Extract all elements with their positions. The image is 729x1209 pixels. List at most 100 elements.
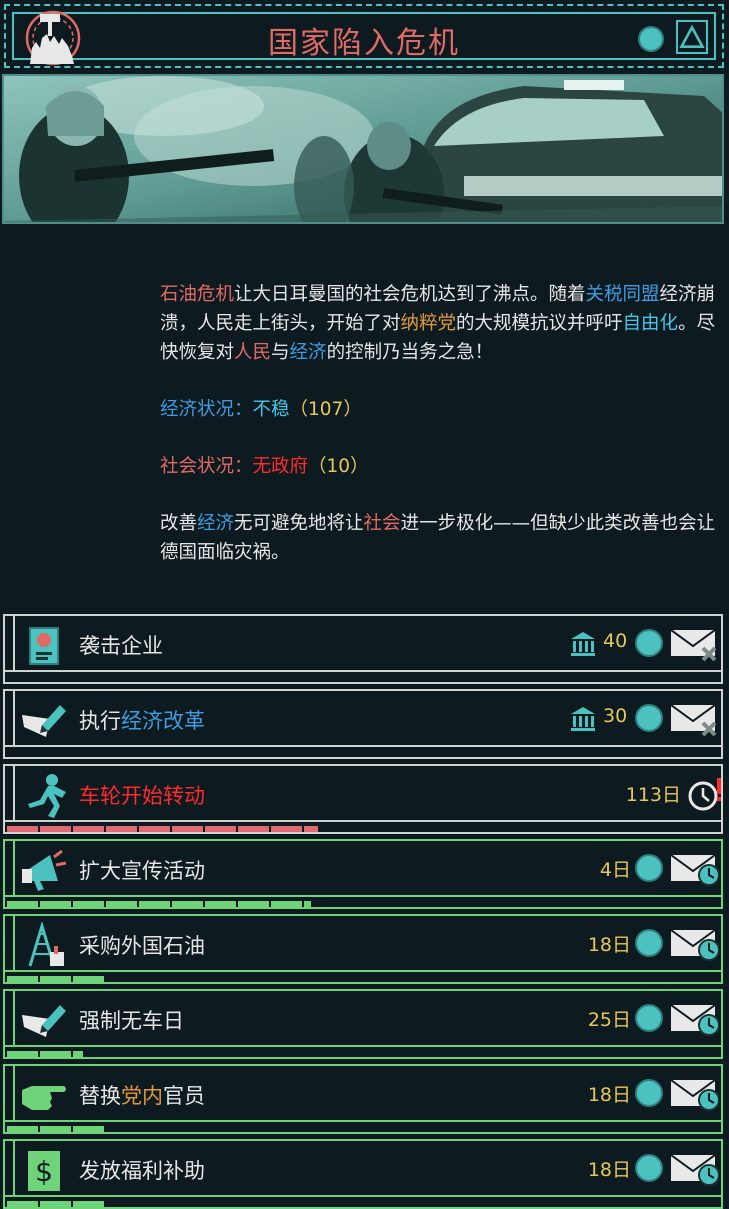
progress-segment [205,826,236,832]
decision-row[interactable]: 车轮开始转动 113日 [3,764,723,834]
decision-row[interactable]: 扩大宣传活动 4日 [3,839,723,909]
economy-status-value: 不稳 [252,399,290,420]
pen-paper-icon [22,1005,66,1037]
progress-segment [7,1201,38,1207]
text-segment: 的大规模抗议并呼吁 [456,313,623,334]
decision-label: 强制无车日 [79,1009,184,1033]
decision-row[interactable]: 替换党内官员 18日 [3,1064,723,1134]
text-segment: 的控制乃当务之急！ [326,342,494,363]
status-circle-icon [635,629,663,657]
status-circle-icon [635,704,663,732]
text-segment: 无可避免地将让 [234,513,364,534]
progress-bar [5,1049,721,1059]
status-circle-icon [635,1004,663,1032]
progress-segment [40,826,71,832]
decision-row-main[interactable]: 车轮开始转动 113日 [5,766,721,822]
economy-status-number: （107） [289,399,362,420]
info-circle-icon[interactable] [638,26,664,52]
text-segment: 关税同盟 [585,284,660,305]
text-segment: 经济 [197,513,235,534]
progress-segment [106,901,137,907]
envelope-locked-icon[interactable] [669,626,719,662]
political-power-cost: 40 [603,630,628,652]
progress-segment [139,826,170,832]
description-paragraph-1: 石油危机让大日耳曼国的社会危机达到了沸点。随着关税同盟经济崩溃，人民走上街头，开… [160,280,720,367]
decision-row-main[interactable]: 强制无车日 25日 [5,991,721,1047]
envelope-clock-icon[interactable] [669,1076,719,1112]
envelope-locked-icon[interactable] [669,701,719,737]
text-segment: 让大日耳曼国的社会危机达到了沸点。随着 [234,284,586,305]
progress-segment [304,901,311,907]
decision-row[interactable]: $ 发放福利补助 18日 [3,1139,723,1209]
collapse-triangle-icon[interactable] [676,20,708,54]
event-header: 国家陷入危机 [4,4,724,68]
decision-row[interactable]: 袭击企业 40 [3,614,723,684]
row-edge-marker [13,841,15,895]
envelope-clock-icon[interactable] [669,851,719,887]
status-circle-icon [635,1154,663,1182]
economy-status-label: 经济状况： [160,399,253,420]
progress-segment [40,901,71,907]
soldiers-police-car-illustration [4,76,722,222]
decision-row[interactable]: 采购外国石油 18日 [3,914,723,984]
text-segment: 经济改革 [121,709,205,733]
decision-label: 发放福利补助 [79,1159,205,1183]
progress-bar [5,749,721,759]
envelope-clock-icon[interactable] [669,1151,719,1187]
society-status-label: 社会状况： [160,456,253,477]
description-paragraph-3: 改善经济无可避免地将让社会进一步极化——但缺少此类改善也会让德国面临灾祸。 [160,509,720,567]
progress-segment [40,976,71,982]
decision-row-main[interactable]: 扩大宣传活动 4日 [5,841,721,897]
political-power-cost: 30 [603,705,628,727]
text-segment: 社会 [363,513,401,534]
row-edge-marker [13,916,15,970]
text-segment: 自由化 [622,313,679,334]
envelope-clock-icon[interactable] [669,1001,719,1037]
decision-row-main[interactable]: $ 发放福利补助 18日 [5,1141,721,1197]
decision-row[interactable]: 执行经济改革 30 [3,689,723,759]
running-man-icon [28,774,66,818]
progress-bar [5,974,721,984]
decision-label: 袭击企业 [79,634,163,658]
progress-segment [73,1201,104,1207]
timer-warning-icon [688,778,721,811]
text-segment: 经济 [289,342,327,363]
progress-segment [172,826,203,832]
political-power-icon [571,632,595,656]
progress-segment [40,1051,71,1057]
decision-label: 替换党内官员 [79,1080,205,1110]
society-status-line: 社会状况：无政府（10） [160,452,720,481]
decision-row-main[interactable]: 袭击企业 40 [5,616,721,672]
days-remaining: 25日 [587,1009,631,1031]
decision-label: 车轮开始转动 [79,784,205,808]
event-description: 石油危机让大日耳曼国的社会危机达到了沸点。随着关税同盟经济崩溃，人民走上街头，开… [160,280,720,595]
envelope-clock-icon[interactable] [669,926,719,962]
society-status-number: （10） [308,456,369,477]
decision-row-main[interactable]: 执行经济改革 30 [5,691,721,747]
progress-bar [5,1199,721,1209]
days-remaining: 18日 [587,934,631,956]
progress-segment [7,976,38,982]
economy-status-line: 经济状况：不稳（107） [160,395,720,424]
days-remaining: 18日 [587,1084,631,1106]
progress-segment [271,826,302,832]
decision-row[interactable]: 强制无车日 25日 [3,989,723,1059]
progress-segment [172,901,203,907]
progress-segment [7,826,38,832]
row-edge-marker [13,691,15,745]
days-remaining: 18日 [587,1159,631,1181]
progress-segment [7,901,38,907]
decision-row-main[interactable]: 采购外国石油 18日 [5,916,721,972]
row-edge-marker [13,616,15,670]
decision-row-main[interactable]: 替换党内官员 18日 [5,1066,721,1122]
pointing-hand-icon [22,1086,66,1110]
progress-segment [106,826,137,832]
status-circle-icon [635,854,663,882]
progress-bar [5,674,721,684]
progress-segment [238,901,269,907]
progress-segment [205,901,236,907]
row-edge-marker [13,766,15,820]
progress-segment [73,976,104,982]
progress-bar [5,899,721,909]
svg-text:$: $ [35,1155,53,1188]
